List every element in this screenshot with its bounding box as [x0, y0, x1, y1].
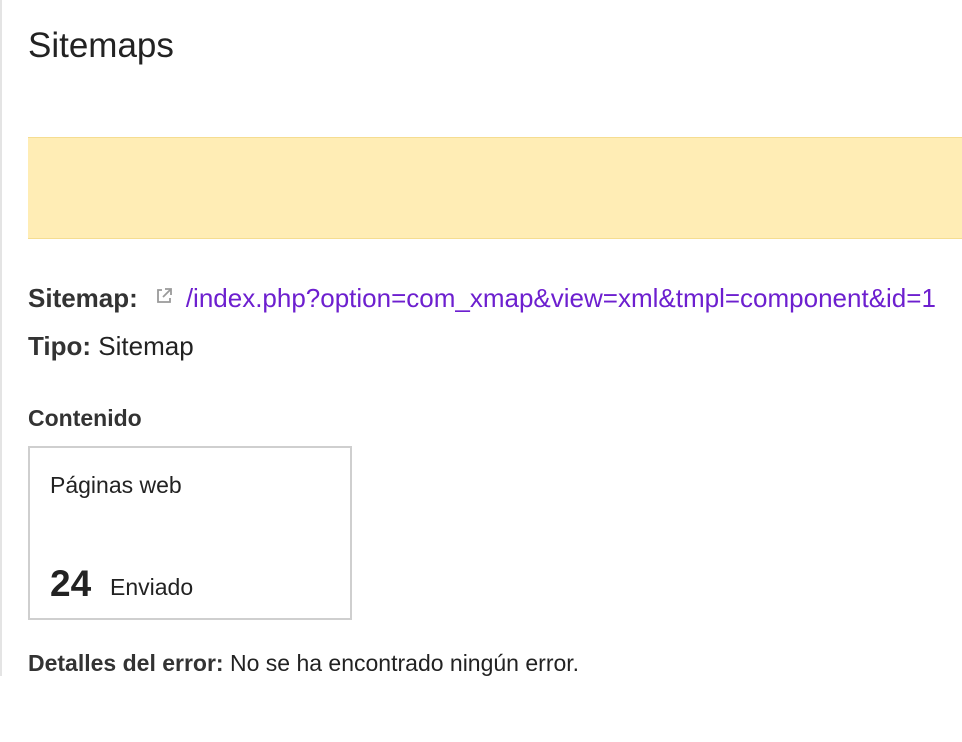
sitemap-url-link[interactable]: /index.php?option=com_xmap&view=xml&tmpl…: [186, 283, 936, 313]
type-value: Sitemap: [98, 331, 194, 361]
sitemap-details-page: Sitemaps Sitemap: /index.php?option=com_…: [0, 0, 962, 742]
external-link-icon[interactable]: [154, 282, 174, 313]
left-divider: [0, 0, 2, 676]
submitted-status: Enviado: [110, 574, 194, 600]
page-title: Sitemaps: [28, 26, 174, 65]
submitted-count: 24: [50, 563, 92, 604]
error-details-row: Detalles del error: No se ha encontrado …: [28, 648, 579, 678]
webpages-card: Páginas web 24 Enviado: [28, 446, 352, 620]
error-details-value: No se ha encontrado ningún error.: [229, 650, 580, 676]
content-heading: Contenido: [28, 405, 142, 431]
type-row: Tipo: Sitemap: [28, 330, 194, 362]
card-label: Páginas web: [50, 472, 182, 498]
type-label: Tipo:: [28, 331, 92, 361]
sitemap-label: Sitemap:: [28, 283, 138, 313]
notice-banner: [28, 137, 962, 239]
error-details-label: Detalles del error:: [28, 650, 224, 676]
sitemap-row: Sitemap: /index.php?option=com_xmap&view…: [28, 282, 962, 316]
